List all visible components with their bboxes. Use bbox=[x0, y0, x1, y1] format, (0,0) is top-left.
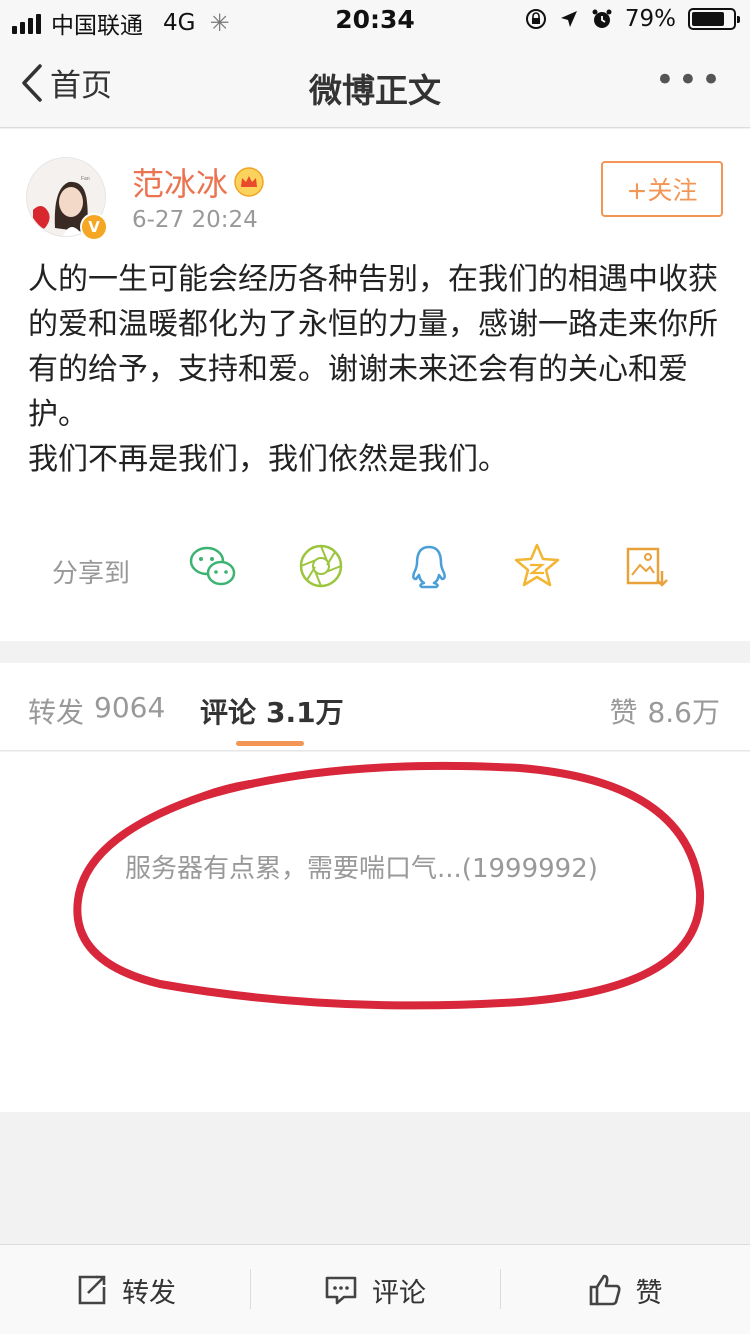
comment-tabs: 转发 9064 评论 3.1万 赞 8.6万 bbox=[0, 663, 750, 751]
qq-icon[interactable] bbox=[404, 541, 454, 591]
navigation-bar: 首页 微博正文 ••• bbox=[0, 40, 750, 128]
like-button[interactable]: 赞 bbox=[500, 1245, 750, 1334]
repost-label: 转发 bbox=[122, 1277, 176, 1309]
status-bar: 中国联通 4G ✳ 20:34 79% bbox=[0, 0, 750, 40]
repost-icon bbox=[78, 1275, 106, 1305]
comment-icon bbox=[325, 1276, 357, 1305]
page-title: 微博正文 bbox=[309, 71, 441, 110]
alarm-icon bbox=[592, 9, 612, 28]
post-card: Fan V 范冰冰 6-27 20:24 +关注 人的一生可能会经历各种告别，在… bbox=[0, 129, 750, 641]
share-label: 分享到 bbox=[52, 559, 131, 589]
post-paragraph: 人的一生可能会经历各种告别，在我们的相遇中收获的爱和温暖都化为了永恒的力量，感谢… bbox=[28, 262, 718, 432]
tab-comment-label: 评论 bbox=[200, 696, 257, 729]
thumbs-up-icon bbox=[589, 1274, 621, 1306]
wechat-icon[interactable] bbox=[188, 541, 238, 591]
battery-icon bbox=[688, 8, 740, 30]
repost-button[interactable]: 转发 bbox=[0, 1245, 250, 1334]
tab-comment-count: 3.1万 bbox=[266, 696, 344, 729]
post-time: 6-27 20:24 bbox=[132, 207, 258, 233]
rotation-lock-icon bbox=[525, 9, 546, 29]
qzone-icon[interactable] bbox=[512, 541, 562, 591]
author-name-text: 范冰冰 bbox=[132, 165, 229, 203]
comment-button[interactable]: 评论 bbox=[250, 1245, 500, 1334]
more-button[interactable]: ••• bbox=[655, 60, 724, 100]
comment-area: 服务器有点累，需要喘口气...(1999992) bbox=[0, 752, 750, 1112]
active-tab-indicator bbox=[236, 741, 304, 746]
post-text: 人的一生可能会经历各种告别，在我们的相遇中收获的爱和温暖都化为了永恒的力量，感谢… bbox=[28, 257, 724, 482]
status-right: 79% bbox=[525, 6, 740, 32]
post-paragraph: 我们不再是我们，我们依然是我们。 bbox=[28, 442, 508, 477]
red-hand-drawn-circle bbox=[73, 761, 705, 1010]
tab-like-label: 赞 bbox=[609, 696, 638, 729]
moments-icon[interactable] bbox=[296, 541, 346, 591]
save-image-icon[interactable] bbox=[620, 541, 670, 591]
svg-text:Fan: Fan bbox=[81, 176, 90, 182]
tab-comment[interactable]: 评论 3.1万 bbox=[200, 691, 344, 731]
tab-like[interactable]: 赞 8.6万 bbox=[609, 691, 720, 731]
follow-button[interactable]: +关注 bbox=[601, 161, 723, 217]
author-name[interactable]: 范冰冰 bbox=[132, 159, 264, 205]
comment-label: 评论 bbox=[372, 1277, 426, 1309]
tab-repost-count: 9064 bbox=[94, 691, 166, 724]
battery-fill bbox=[692, 12, 724, 26]
bottom-action-bar: 转发 评论 赞 bbox=[0, 1244, 750, 1334]
like-label: 赞 bbox=[635, 1277, 663, 1309]
location-icon bbox=[560, 11, 577, 27]
tab-like-count: 8.6万 bbox=[647, 696, 720, 729]
verified-badge: V bbox=[80, 213, 108, 241]
share-row: 分享到 bbox=[0, 539, 750, 595]
tab-repost-label: 转发 bbox=[28, 696, 85, 729]
vip-crown-icon bbox=[234, 167, 264, 197]
battery-percent: 79% bbox=[624, 6, 676, 32]
tab-repost[interactable]: 转发 9064 bbox=[28, 691, 165, 731]
